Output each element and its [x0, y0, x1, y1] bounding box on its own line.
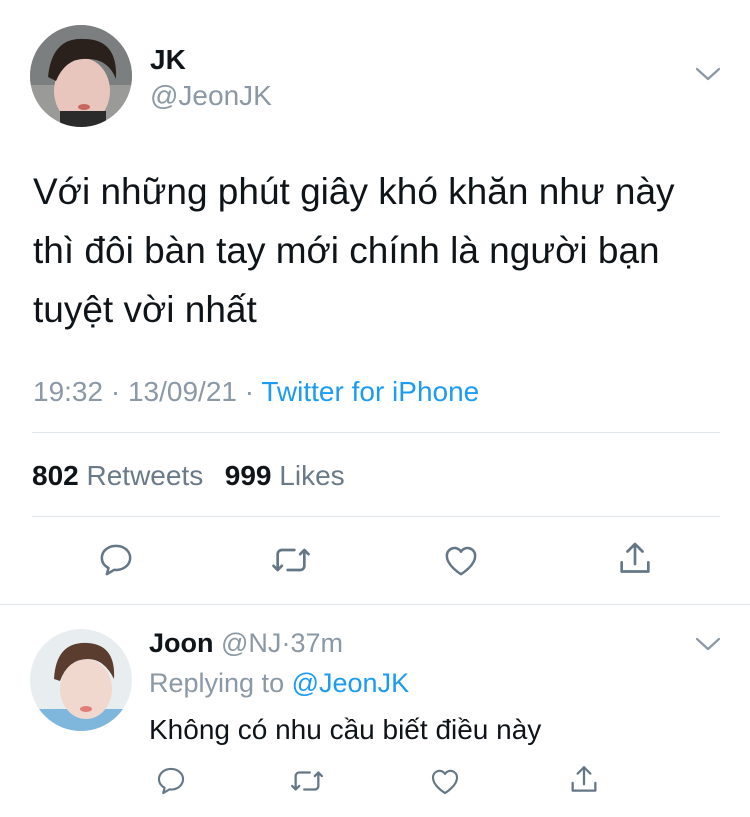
reply-display-name[interactable]: Joon — [149, 628, 214, 658]
tweet-text-line: tuyệt vời nhất — [33, 289, 257, 330]
retweets-stat[interactable]: 802 Retweets — [32, 460, 211, 491]
divider — [32, 516, 720, 517]
like-icon[interactable] — [426, 762, 464, 800]
tweet-time: 19:32 — [33, 376, 104, 407]
retweet-label: Retweets — [86, 460, 204, 491]
like-icon[interactable] — [438, 538, 484, 582]
replying-prefix: Replying to — [149, 668, 285, 698]
tweet-source-link[interactable]: Twitter for iPhone — [261, 376, 479, 407]
retweet-icon[interactable] — [266, 538, 316, 582]
share-icon[interactable] — [612, 536, 658, 582]
tweet-date: 13/09/21 — [127, 376, 237, 407]
divider — [32, 432, 720, 433]
replying-to: Replying to @JeonJK — [149, 668, 409, 699]
chevron-down-icon[interactable] — [692, 62, 724, 86]
main-handle[interactable]: @JeonJK — [150, 80, 272, 112]
meta-separator: · — [110, 376, 121, 407]
main-display-name[interactable]: JK — [150, 44, 186, 76]
main-avatar[interactable] — [30, 25, 132, 127]
tweet-meta: 19:32 · 13/09/21 · Twitter for iPhone — [33, 376, 479, 408]
meta-separator: · — [244, 376, 255, 407]
like-label: Likes — [279, 460, 345, 491]
reply-avatar[interactable] — [30, 629, 132, 731]
section-divider — [0, 604, 750, 605]
retweet-icon[interactable] — [286, 762, 328, 800]
likes-stat[interactable]: 999 Likes — [225, 460, 345, 491]
chevron-down-icon[interactable] — [692, 632, 724, 656]
retweet-count: 802 — [32, 460, 79, 491]
tweet-text-line: thì đôi bàn tay mới chính là người bạn — [33, 230, 660, 271]
reply-icon[interactable] — [152, 762, 190, 800]
reply-handle[interactable]: @NJ — [221, 628, 281, 658]
tweet-stats: 802 Retweets 999 Likes — [32, 460, 345, 492]
share-icon[interactable] — [565, 760, 603, 800]
reply-header: Joon @NJ·37m — [149, 628, 343, 659]
reply-time: 37m — [290, 628, 343, 658]
like-count: 999 — [224, 460, 272, 491]
reply-text: Không có nhu cầu biết điều này — [149, 714, 542, 745]
tweet-text-line: Với những phút giây khó khăn như này — [33, 171, 675, 212]
replying-handle-link[interactable]: @JeonJK — [292, 668, 409, 698]
reply-icon[interactable] — [94, 538, 138, 582]
tweet-text: Với những phút giây khó khăn như này thì… — [33, 162, 675, 339]
